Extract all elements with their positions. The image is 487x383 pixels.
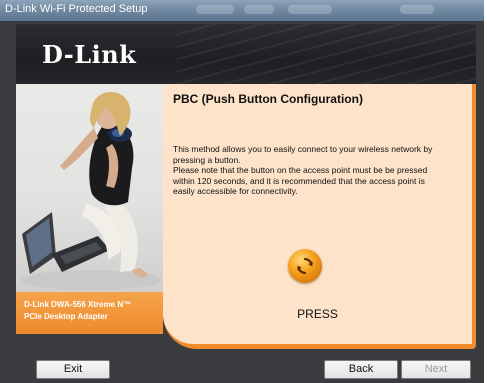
product-name: D-Link DWA-556 Xtreme N™ PCIe Desktop Ad… <box>24 300 132 321</box>
window-title: D-Link Wi-Fi Protected Setup <box>5 3 148 15</box>
instructions-line: within 120 seconds, and it is recommende… <box>173 175 425 186</box>
titlebar-blurred-text <box>244 5 274 14</box>
instructions-line: Please note that the button on the acces… <box>173 165 428 175</box>
instructions-line: This method allows you to easily connect… <box>173 144 433 154</box>
titlebar-blurred-text <box>400 5 434 14</box>
back-button[interactable]: Back <box>324 360 398 379</box>
titlebar-blurred-text <box>288 5 332 14</box>
exit-button[interactable]: Exit <box>36 360 110 379</box>
instructions-line: pressing a button. <box>173 154 241 165</box>
content-panel: PBC (Push Button Configuration) This met… <box>163 84 472 344</box>
product-name-box: D-Link DWA-556 Xtreme N™ PCIe Desktop Ad… <box>16 292 163 334</box>
product-photo <box>16 84 163 292</box>
titlebar-blurred-text <box>196 5 234 14</box>
title-bar[interactable]: D-Link Wi-Fi Protected Setup <box>0 0 484 21</box>
press-label: PRESS <box>297 307 338 321</box>
push-button[interactable] <box>288 249 322 283</box>
instructions-text: This method allows you to easily connect… <box>173 144 468 197</box>
dlink-logo: D-Link <box>42 40 137 69</box>
setup-window: D-Link Wi-Fi Protected Setup D-Link D-Li… <box>0 0 484 383</box>
header-decoration <box>176 24 476 84</box>
header-banner: D-Link <box>16 24 476 84</box>
woman-with-laptop-illustration <box>21 91 161 290</box>
wps-push-button-icon <box>297 257 313 275</box>
page-title: PBC (Push Button Configuration) <box>173 92 363 106</box>
next-button[interactable]: Next <box>401 360 471 379</box>
instructions-line: easily accessible for connectivity. <box>173 186 298 196</box>
